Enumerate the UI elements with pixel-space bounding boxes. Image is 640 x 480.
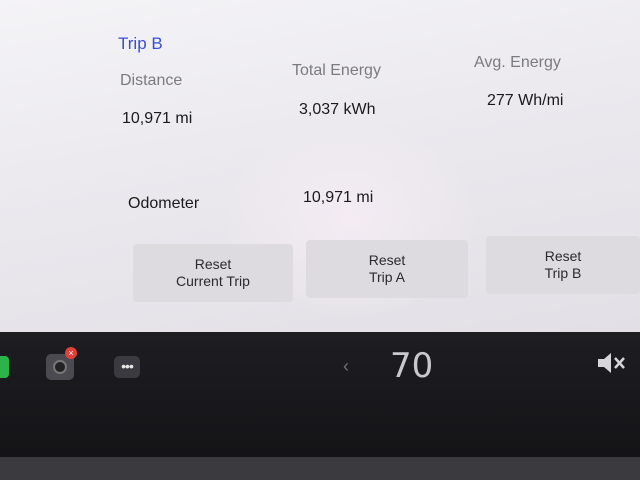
total-energy-value: 3,037 kWh <box>299 101 376 118</box>
odometer-label: Odometer <box>128 195 200 212</box>
camera-lens <box>53 360 67 374</box>
bottom-bar <box>0 332 640 457</box>
mute-icon[interactable] <box>596 352 626 380</box>
reset-current-label-2: Current Trip <box>176 273 250 289</box>
reset-trip-a-button[interactable]: Reset Trip A <box>306 240 468 298</box>
reset-b-label-2: Trip B <box>544 265 582 281</box>
trip-panel: Trip B Distance 10,971 mi Total Energy 3… <box>0 0 640 332</box>
bezel-strip <box>0 457 640 480</box>
trip-title: Trip B <box>118 34 163 53</box>
reset-b-label-1: Reset <box>544 248 582 264</box>
distance-label: Distance <box>120 72 183 89</box>
odometer-value: 10,971 mi <box>303 189 374 206</box>
reset-current-trip-button[interactable]: Reset Current Trip <box>133 244 293 302</box>
reset-a-label-1: Reset <box>368 252 406 268</box>
more-dots-icon[interactable]: ••• <box>114 356 140 378</box>
avg-energy-value: 277 Wh/mi <box>487 92 564 109</box>
temp-down-chevron-icon[interactable]: ‹ <box>343 356 349 377</box>
distance-value: 10,971 mi <box>122 110 193 127</box>
reset-current-label-1: Reset <box>194 256 232 272</box>
camera-error-badge: × <box>65 347 77 359</box>
avg-energy-label: Avg. Energy <box>474 54 561 71</box>
total-energy-label: Total Energy <box>292 62 381 79</box>
reset-trip-b-button[interactable]: Reset Trip B <box>486 236 640 294</box>
phone-icon[interactable] <box>0 356 9 378</box>
temperature-readout[interactable]: 70 <box>390 346 433 386</box>
reset-a-label-2: Trip A <box>368 269 406 285</box>
